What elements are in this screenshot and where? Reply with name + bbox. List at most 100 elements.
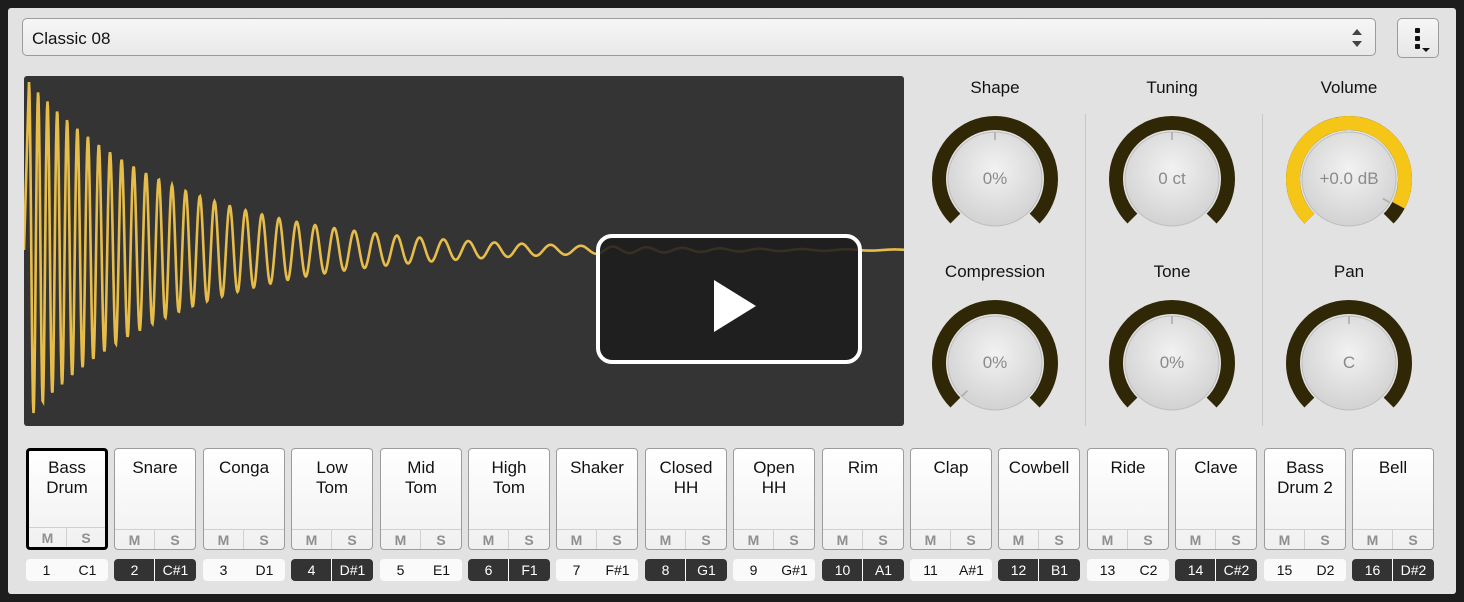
knob-value: +0.0 dB: [1319, 169, 1379, 188]
drum-pad[interactable]: Bass Drum 2 MS: [1264, 448, 1346, 550]
mute-button[interactable]: M: [646, 530, 686, 549]
solo-button[interactable]: S: [1216, 530, 1256, 549]
knob-value: 0%: [982, 169, 1008, 188]
mute-button[interactable]: M: [1176, 530, 1216, 549]
pad-midi-note: C2: [1139, 562, 1158, 578]
drum-pad[interactable]: Shaker M S: [556, 448, 638, 550]
solo-button[interactable]: S: [774, 530, 814, 549]
compression-knob[interactable]: 0%: [930, 298, 1060, 428]
pad-number: 5: [396, 562, 405, 578]
mute-button[interactable]: M: [823, 530, 863, 549]
pad-name: Conga: [218, 458, 270, 477]
pad-number: 4: [307, 562, 316, 578]
solo-button[interactable]: S: [1128, 530, 1168, 549]
drum-pad[interactable]: Closed HH M S: [645, 448, 727, 550]
mute-button[interactable]: M: [381, 530, 421, 549]
play-button[interactable]: [596, 234, 862, 364]
drum-pad[interactable]: Clave M S: [1175, 448, 1257, 550]
shape-knob[interactable]: 0%: [930, 114, 1060, 244]
more-options-icon: [1415, 28, 1430, 52]
solo-button[interactable]: S: [951, 530, 991, 549]
drum-pad[interactable]: Snare M S: [114, 448, 196, 550]
knob-label-volume: Volume: [1320, 78, 1378, 97]
pad-midi-note: G#1: [781, 562, 808, 578]
solo-button[interactable]: S: [244, 530, 284, 549]
preset-selector[interactable]: Classic 08: [22, 18, 1376, 56]
mute-button[interactable]: M: [557, 530, 597, 549]
mute-solo-bar: MS: [381, 529, 461, 549]
knob-label-compression: Compression: [944, 262, 1046, 281]
drum-pad[interactable]: Mid Tom M S: [380, 448, 462, 550]
mute-button[interactable]: M: [292, 530, 332, 549]
knob-label-tuning: Tuning: [1146, 78, 1198, 97]
mute-solo-bar: MS: [911, 529, 991, 549]
mute-button[interactable]: M: [469, 530, 509, 549]
mute-button[interactable]: M: [1353, 530, 1393, 549]
play-icon: [714, 280, 756, 332]
pad-number: 12: [1010, 562, 1027, 578]
mute-solo-bar: MS: [999, 529, 1079, 549]
mute-button[interactable]: M: [999, 530, 1039, 549]
solo-button[interactable]: S: [597, 530, 637, 549]
pad-note-label: 11 A#1: [910, 559, 992, 581]
mute-button[interactable]: M: [29, 528, 67, 547]
mute-button[interactable]: M: [911, 530, 951, 549]
pad-number: 7: [572, 562, 581, 578]
pad-midi-note: G1: [685, 559, 727, 581]
pad-name: Open HH: [753, 458, 795, 497]
mute-button[interactable]: M: [1088, 530, 1128, 549]
updown-arrows-icon: [1352, 29, 1362, 47]
drum-pad[interactable]: Low Tom M S: [291, 448, 373, 550]
pad-name: Cowbell: [1008, 458, 1070, 477]
mute-button[interactable]: M: [204, 530, 244, 549]
solo-button[interactable]: S: [863, 530, 903, 549]
drum-pad[interactable]: Clap M S: [910, 448, 992, 550]
pad-midi-note: B1: [1038, 559, 1080, 581]
pad-midi-note: C#1: [154, 559, 196, 581]
mute-solo-bar: MS: [557, 529, 637, 549]
solo-button[interactable]: S: [421, 530, 461, 549]
pad-note-label: 4 D#1: [291, 559, 373, 581]
drum-pad[interactable]: Bell M S: [1352, 448, 1434, 550]
mute-button[interactable]: M: [1265, 530, 1305, 549]
pad-midi-note: C1: [78, 562, 97, 578]
knob-value: C: [1342, 353, 1356, 372]
solo-button[interactable]: S: [1305, 530, 1345, 549]
preset-name: Classic 08: [32, 29, 111, 48]
drum-pad[interactable]: Conga M S: [203, 448, 285, 550]
pad-midi-note: D#1: [331, 559, 373, 581]
solo-button[interactable]: S: [332, 530, 372, 549]
pad-midi-note: F1: [508, 559, 550, 581]
mute-solo-bar: MS: [1353, 529, 1433, 549]
pad-number: 13: [1099, 562, 1116, 578]
pad-name: Ride: [1110, 458, 1146, 477]
tuning-knob[interactable]: 0 ct: [1107, 114, 1237, 244]
solo-button[interactable]: S: [509, 530, 549, 549]
mute-solo-bar: MS: [1265, 529, 1345, 549]
pan-knob[interactable]: C: [1284, 298, 1414, 428]
pad-number: 14: [1187, 562, 1204, 578]
pad-note-label: 9 G#1: [733, 559, 815, 581]
solo-button[interactable]: S: [686, 530, 726, 549]
solo-button[interactable]: S: [155, 530, 195, 549]
drum-pad[interactable]: Rim M S: [822, 448, 904, 550]
drum-pad[interactable]: Bass Drum M S: [26, 448, 108, 550]
pad-number: 8: [661, 562, 670, 578]
solo-button[interactable]: S: [1393, 530, 1433, 549]
drum-pad[interactable]: High Tom M S: [468, 448, 550, 550]
options-menu-button[interactable]: [1397, 18, 1439, 58]
tone-knob[interactable]: 0%: [1107, 298, 1237, 428]
pad-note-label: 16 D#2: [1352, 559, 1434, 581]
solo-button[interactable]: S: [67, 528, 105, 547]
drum-pad[interactable]: Cowbell M S: [998, 448, 1080, 550]
solo-button[interactable]: S: [1039, 530, 1079, 549]
pad-number: 1: [42, 562, 51, 578]
drum-pad[interactable]: Ride M S: [1087, 448, 1169, 550]
mute-button[interactable]: M: [115, 530, 155, 549]
volume-knob[interactable]: +0.0 dB: [1284, 114, 1414, 244]
mute-button[interactable]: M: [734, 530, 774, 549]
knob-label-pan: Pan: [1333, 262, 1365, 281]
pad-number: 2: [130, 562, 139, 578]
drum-pad[interactable]: Open HH M S: [733, 448, 815, 550]
pad-name: Low Tom: [315, 458, 349, 497]
